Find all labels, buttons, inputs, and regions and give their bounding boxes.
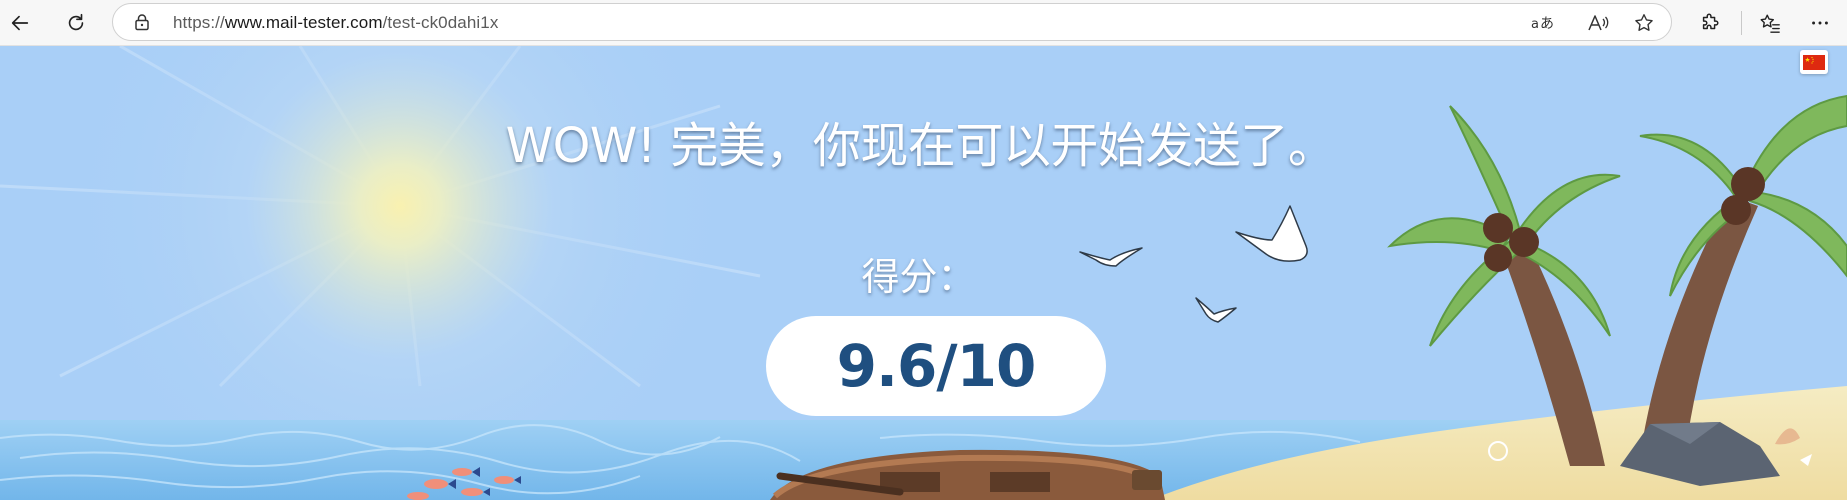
address-bar[interactable]: https://www.mail-tester.com/test-ck0dahi… [112,3,1672,41]
favorites-button[interactable] [1752,5,1788,41]
toolbar-separator [1741,11,1742,35]
more-dots-icon [1812,21,1828,25]
read-aloud-glyph [1588,15,1609,31]
extensions-button[interactable] [1692,5,1728,41]
back-arrow-icon [11,15,29,31]
read-aloud-icon[interactable] [1585,10,1611,36]
browser-toolbar: https://www.mail-tester.com/test-ck0dahi… [0,0,1847,46]
score-value: 9.6/10 [836,332,1037,400]
refresh-button[interactable] [58,5,94,41]
china-flag-icon [1803,54,1825,70]
star-glyph [1635,14,1653,31]
favorite-star-icon[interactable] [1631,10,1657,36]
translate-glyph: aあ [1531,16,1554,32]
svg-text:a: a [1531,17,1539,32]
result-page: WOW! 完美，你现在可以开始发送了。 得分： 9.6/10 [0,46,1847,500]
svg-text:あ: あ [1540,16,1554,32]
success-headline: WOW! 完美，你现在可以开始发送了。 [505,118,1336,174]
refresh-icon [68,13,84,31]
translate-icon[interactable]: aあ [1531,10,1557,36]
url-scheme: https:// [173,13,225,32]
score-label: 得分： [861,255,976,299]
url-host: www.mail-tester.com [224,13,383,32]
score-box: 9.6/10 [766,316,1106,416]
language-flag-button[interactable] [1800,50,1828,74]
favorites-list-icon [1760,14,1780,33]
url-path: /test-ck0dahi1x [382,13,499,32]
puzzle-icon [1702,13,1719,30]
more-menu-button[interactable] [1802,5,1838,41]
lock-icon [135,14,149,31]
back-button[interactable] [2,5,38,41]
url-text[interactable]: https://www.mail-tester.com/test-ck0dahi… [173,13,498,33]
